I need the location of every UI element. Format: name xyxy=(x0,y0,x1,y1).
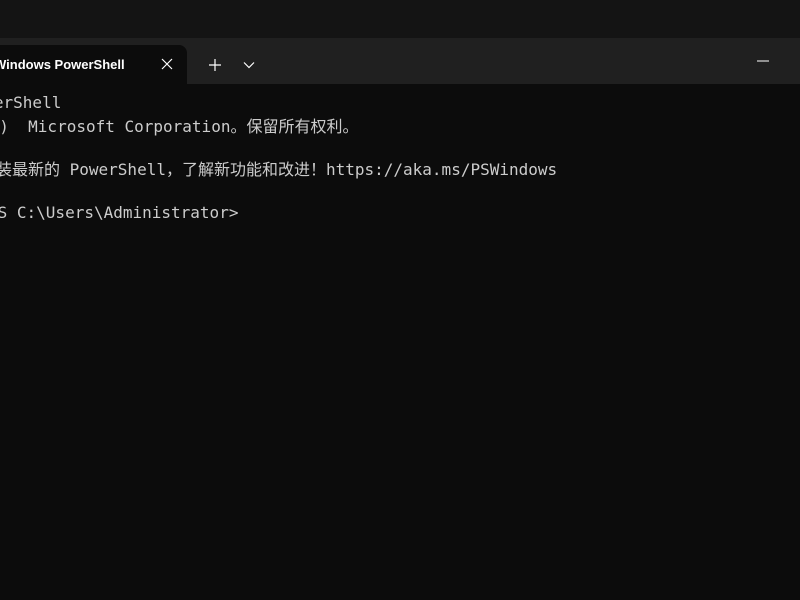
minimize-icon[interactable] xyxy=(740,46,786,76)
terminal-line-copyright: (C) Microsoft Corporation。保留所有权利。 xyxy=(0,117,359,136)
terminal-output[interactable]: PowerShell (C) Microsoft Corporation。保留所… xyxy=(0,84,800,600)
desktop-strip xyxy=(0,0,800,38)
close-icon[interactable] xyxy=(157,54,177,74)
title-bar: Windows PowerShell xyxy=(0,38,800,84)
plus-icon[interactable] xyxy=(202,52,228,78)
terminal-prompt[interactable]: PS C:\Users\Administrator> xyxy=(0,203,238,223)
chevron-down-icon[interactable] xyxy=(237,53,261,77)
terminal-window: Windows PowerShell PowerShell (C) xyxy=(0,0,800,600)
tab-windows-powershell[interactable]: Windows PowerShell xyxy=(0,45,187,84)
tab-title: Windows PowerShell xyxy=(0,57,125,72)
terminal-line-header: PowerShell xyxy=(0,93,62,112)
terminal-line-upgrade-notice: 安装最新的 PowerShell，了解新功能和改进！https://aka.ms… xyxy=(0,160,558,179)
